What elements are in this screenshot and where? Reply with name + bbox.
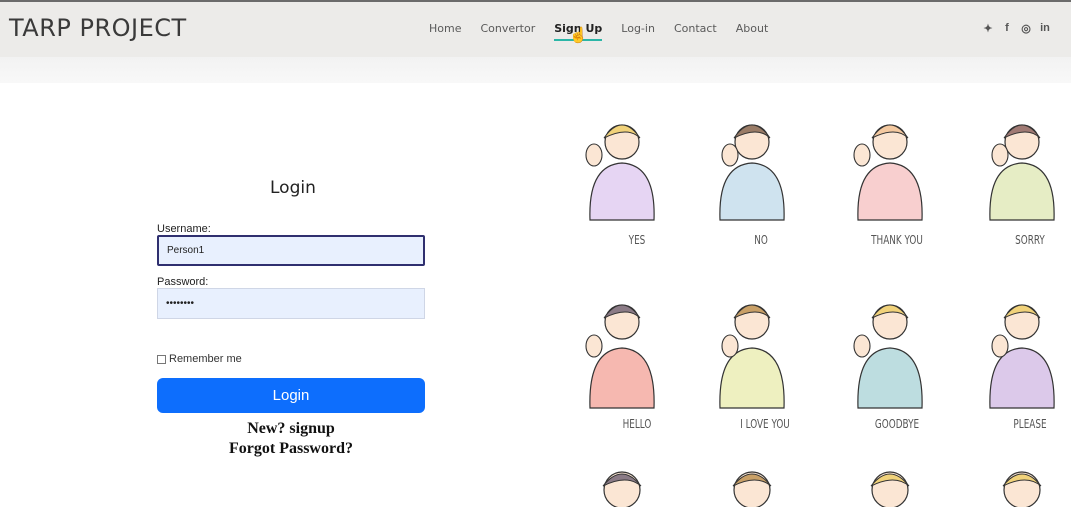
figure-hand <box>721 143 739 167</box>
caption-goodbye: GOODBYE <box>874 417 920 431</box>
password-label: Password: <box>157 276 209 288</box>
caption-no: NO <box>754 233 768 247</box>
nav-about[interactable]: About <box>736 22 769 35</box>
forgot-password-link[interactable]: Forgot Password? <box>157 440 425 458</box>
twitter-icon[interactable]: ✦ <box>982 22 994 35</box>
linkedin-icon[interactable]: in <box>1039 22 1051 34</box>
facebook-icon[interactable]: f <box>1001 22 1013 34</box>
hand-cursor-icon: ☝ <box>569 27 588 44</box>
login-heading: Login <box>270 178 316 198</box>
caption-yes: YES <box>628 233 646 247</box>
login-button[interactable]: Login <box>157 378 425 413</box>
figure-hand <box>585 334 603 358</box>
figure-hand <box>853 143 871 167</box>
brand-title[interactable]: TARP PROJECT <box>9 14 187 42</box>
main-nav: Home Convertor Sign Up Log-in Contact Ab… <box>429 22 787 41</box>
nav-contact[interactable]: Contact <box>674 22 717 35</box>
figure-hand <box>853 334 871 358</box>
instagram-icon[interactable]: ◎ <box>1020 22 1032 35</box>
caption-thank-you: THANK YOU <box>871 233 923 247</box>
caption-hello: HELLO <box>622 417 652 431</box>
caption-sorry: SORRY <box>1015 233 1045 247</box>
username-input[interactable] <box>157 235 425 266</box>
sign-language-illustrations: YES NO THANK YOU SORRY HELLO I LOVE YOU … <box>560 90 1071 509</box>
figure-body <box>857 347 923 409</box>
signup-link[interactable]: New? signup <box>157 420 425 438</box>
header-shadow-band <box>0 57 1071 83</box>
caption-i-love-you: I LOVE YOU <box>740 417 790 431</box>
sign-illustration-grid <box>585 124 1055 509</box>
figure-hand <box>585 143 603 167</box>
nav-log-in[interactable]: Log-in <box>621 22 655 35</box>
remember-checkbox[interactable] <box>157 354 166 364</box>
figure-body <box>589 347 655 409</box>
caption-please: PLEASE <box>1013 417 1047 431</box>
remember-me[interactable]: Remember me <box>157 353 242 365</box>
figure-hand <box>721 334 739 358</box>
password-input[interactable] <box>157 288 425 319</box>
remember-label: Remember me <box>169 353 242 365</box>
nav-convertor[interactable]: Convertor <box>480 22 535 35</box>
nav-home[interactable]: Home <box>429 22 461 35</box>
figure-body <box>719 162 785 221</box>
figure-body <box>589 162 655 221</box>
top-navbar: TARP PROJECT Home Convertor Sign Up Log-… <box>0 0 1071 57</box>
figure-body <box>989 162 1055 221</box>
social-links: ✦ f ◎ in <box>982 22 1051 35</box>
figure-hand <box>991 334 1009 358</box>
figure-body <box>857 162 923 221</box>
username-label: Username: <box>157 223 211 235</box>
figure-hand <box>991 143 1009 167</box>
